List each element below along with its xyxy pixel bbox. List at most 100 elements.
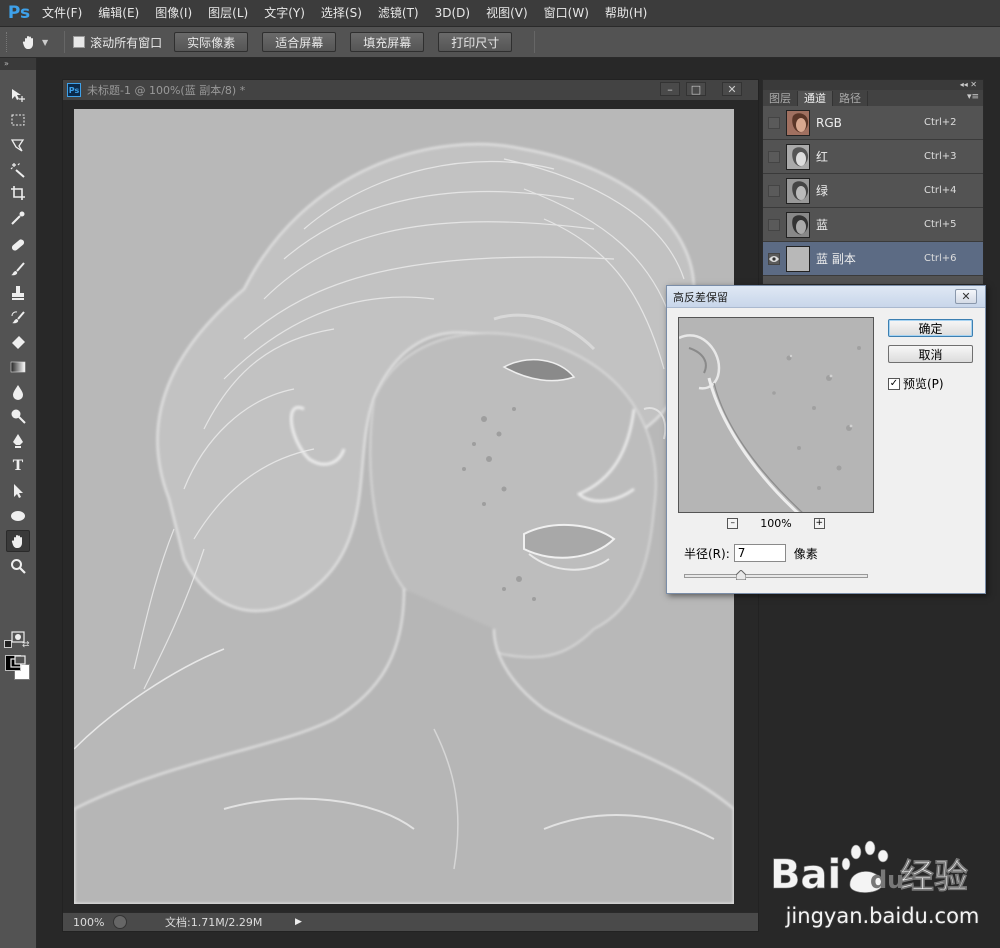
blur-tool-icon[interactable]	[6, 381, 30, 403]
zoom-tool-icon[interactable]	[6, 555, 30, 577]
document-titlebar[interactable]: Ps 未标题-1 @ 100%(蓝 副本/8) * – □ ✕	[63, 80, 758, 100]
clone-stamp-tool-icon[interactable]	[6, 282, 30, 304]
pen-tool-icon[interactable]	[6, 430, 30, 452]
menu-file[interactable]: 文件(F)	[34, 0, 90, 26]
fill-screen-button[interactable]: 填充屏幕	[350, 32, 425, 52]
dialog-preview-image[interactable]	[678, 317, 874, 513]
dodge-tool-icon[interactable]	[6, 405, 30, 427]
radius-input[interactable]: 7	[733, 544, 786, 562]
menu-view[interactable]: 视图(V)	[478, 0, 536, 26]
visibility-toggle[interactable]	[768, 116, 780, 129]
channel-row-green[interactable]: 绿 Ctrl+4	[763, 174, 983, 208]
cancel-button[interactable]: 取消	[888, 345, 973, 363]
history-brush-tool-icon[interactable]	[6, 307, 30, 329]
visibility-toggle[interactable]	[768, 184, 780, 197]
canvas-area[interactable]	[63, 100, 758, 912]
gradient-tool-icon[interactable]	[6, 356, 30, 378]
crop-tool-icon[interactable]	[6, 182, 30, 204]
tab-layers[interactable]: 图层	[763, 91, 798, 106]
options-separator	[64, 31, 66, 53]
channel-thumbnail	[786, 109, 810, 136]
screen-mode-icon[interactable]	[6, 651, 30, 673]
menu-select[interactable]: 选择(S)	[313, 0, 370, 26]
document-title: 未标题-1 @ 100%(蓝 副本/8) *	[87, 84, 246, 97]
scroll-all-windows-checkbox[interactable]	[73, 36, 86, 48]
radius-slider-track[interactable]	[684, 574, 868, 578]
toolbox: » T ⇄	[0, 58, 37, 948]
visibility-toggle[interactable]	[768, 218, 780, 231]
zoom-out-button[interactable]: –	[727, 517, 739, 529]
menu-filter[interactable]: 滤镜(T)	[370, 0, 427, 26]
type-tool-icon[interactable]: T	[6, 455, 30, 477]
preset-dropdown-icon[interactable]: ▼	[42, 38, 48, 47]
marquee-tool-icon[interactable]	[6, 109, 30, 131]
channel-shortcut: Ctrl+6	[924, 253, 957, 264]
preview-checkbox[interactable]: ✓	[888, 377, 900, 390]
status-doc-size: 文档:1.71M/2.29M	[165, 916, 263, 929]
channel-thumbnail	[786, 211, 810, 238]
eraser-tool-icon[interactable]	[6, 331, 30, 353]
menu-layer[interactable]: 图层(L)	[200, 0, 256, 26]
print-size-button[interactable]: 打印尺寸	[438, 32, 513, 52]
canvas-image[interactable]	[74, 109, 734, 904]
actual-pixels-button[interactable]: 实际像素	[174, 32, 249, 52]
scroll-all-windows-label: 滚动所有窗口	[90, 35, 163, 50]
zoom-in-button[interactable]: +	[813, 517, 825, 529]
options-grip[interactable]	[6, 32, 10, 52]
hand-tool-icon[interactable]	[6, 530, 30, 552]
status-info-icon[interactable]	[113, 915, 127, 929]
menu-bar: Ps 文件(F) 编辑(E) 图像(I) 图层(L) 文字(Y) 选择(S) 滤…	[0, 0, 1000, 26]
radius-row: 半径(R): 7 像素	[684, 544, 818, 562]
tab-channels[interactable]: 通道	[798, 91, 833, 106]
dialog-zoom-bar: – 100% +	[678, 516, 874, 530]
menu-3d[interactable]: 3D(D)	[427, 0, 478, 26]
magic-wand-tool-icon[interactable]	[6, 159, 30, 181]
close-button[interactable]: ✕	[722, 82, 742, 96]
menu-image[interactable]: 图像(I)	[147, 0, 200, 26]
channel-row-blue[interactable]: 蓝 Ctrl+5	[763, 208, 983, 242]
channel-name: 蓝 副本	[816, 252, 856, 266]
channel-thumbnail	[786, 177, 810, 204]
channel-row-red[interactable]: 红 Ctrl+3	[763, 140, 983, 174]
path-selection-tool-icon[interactable]	[6, 480, 30, 502]
status-zoom[interactable]: 100%	[73, 916, 113, 929]
document-ps-icon: Ps	[67, 83, 81, 97]
menu-type[interactable]: 文字(Y)	[256, 0, 313, 26]
channel-shortcut: Ctrl+3	[924, 151, 957, 162]
channel-name: 绿	[816, 184, 829, 198]
panel-menu-icon[interactable]: ▾≡	[967, 92, 979, 102]
panel-tabs: 图层 通道 路径 ▾≡	[763, 90, 983, 106]
healing-brush-tool-icon[interactable]	[6, 234, 30, 256]
toolbox-collapse-icon[interactable]: »	[0, 58, 36, 70]
status-menu-arrow-icon[interactable]: ▶	[295, 917, 302, 927]
ellipse-tool-icon[interactable]	[6, 505, 30, 527]
eye-icon[interactable]	[768, 252, 780, 265]
ok-button[interactable]: 确定	[888, 319, 973, 337]
panel-collapse-icon[interactable]: ◂◂ ✕	[763, 80, 983, 90]
menu-window[interactable]: 窗口(W)	[536, 0, 597, 26]
radius-slider-thumb[interactable]	[736, 570, 746, 580]
channels-panel: ◂◂ ✕ 图层 通道 路径 ▾≡ RGB Ctrl+2 红 Ctrl+3 绿 C…	[762, 79, 984, 285]
dialog-close-icon[interactable]: ✕	[955, 289, 977, 304]
channel-row-blue-copy[interactable]: 蓝 副本 Ctrl+6	[763, 242, 983, 276]
hand-tool-preset-icon[interactable]	[18, 32, 40, 52]
radius-unit: 像素	[793, 546, 818, 561]
eyedropper-tool-icon[interactable]	[6, 207, 30, 229]
menu-help[interactable]: 帮助(H)	[597, 0, 655, 26]
maximize-button[interactable]: □	[686, 82, 706, 96]
svg-text:Bai: Bai	[770, 852, 841, 898]
preview-option[interactable]: ✓ 预览(P)	[888, 375, 944, 392]
lasso-tool-icon[interactable]	[6, 134, 30, 156]
move-tool-icon[interactable]	[6, 84, 30, 106]
tab-paths[interactable]: 路径	[833, 91, 868, 106]
menu-edit[interactable]: 编辑(E)	[90, 0, 147, 26]
quick-mask-icon[interactable]	[6, 626, 30, 648]
dialog-titlebar[interactable]: 高反差保留 ✕	[667, 286, 985, 308]
visibility-toggle[interactable]	[768, 150, 780, 163]
brush-tool-icon[interactable]	[6, 258, 30, 280]
minimize-button[interactable]: –	[660, 82, 680, 96]
channel-thumbnail	[786, 143, 810, 170]
fit-screen-button[interactable]: 适合屏幕	[262, 32, 337, 52]
channel-row-rgb[interactable]: RGB Ctrl+2	[763, 106, 983, 140]
photoshop-logo: Ps	[7, 3, 31, 23]
